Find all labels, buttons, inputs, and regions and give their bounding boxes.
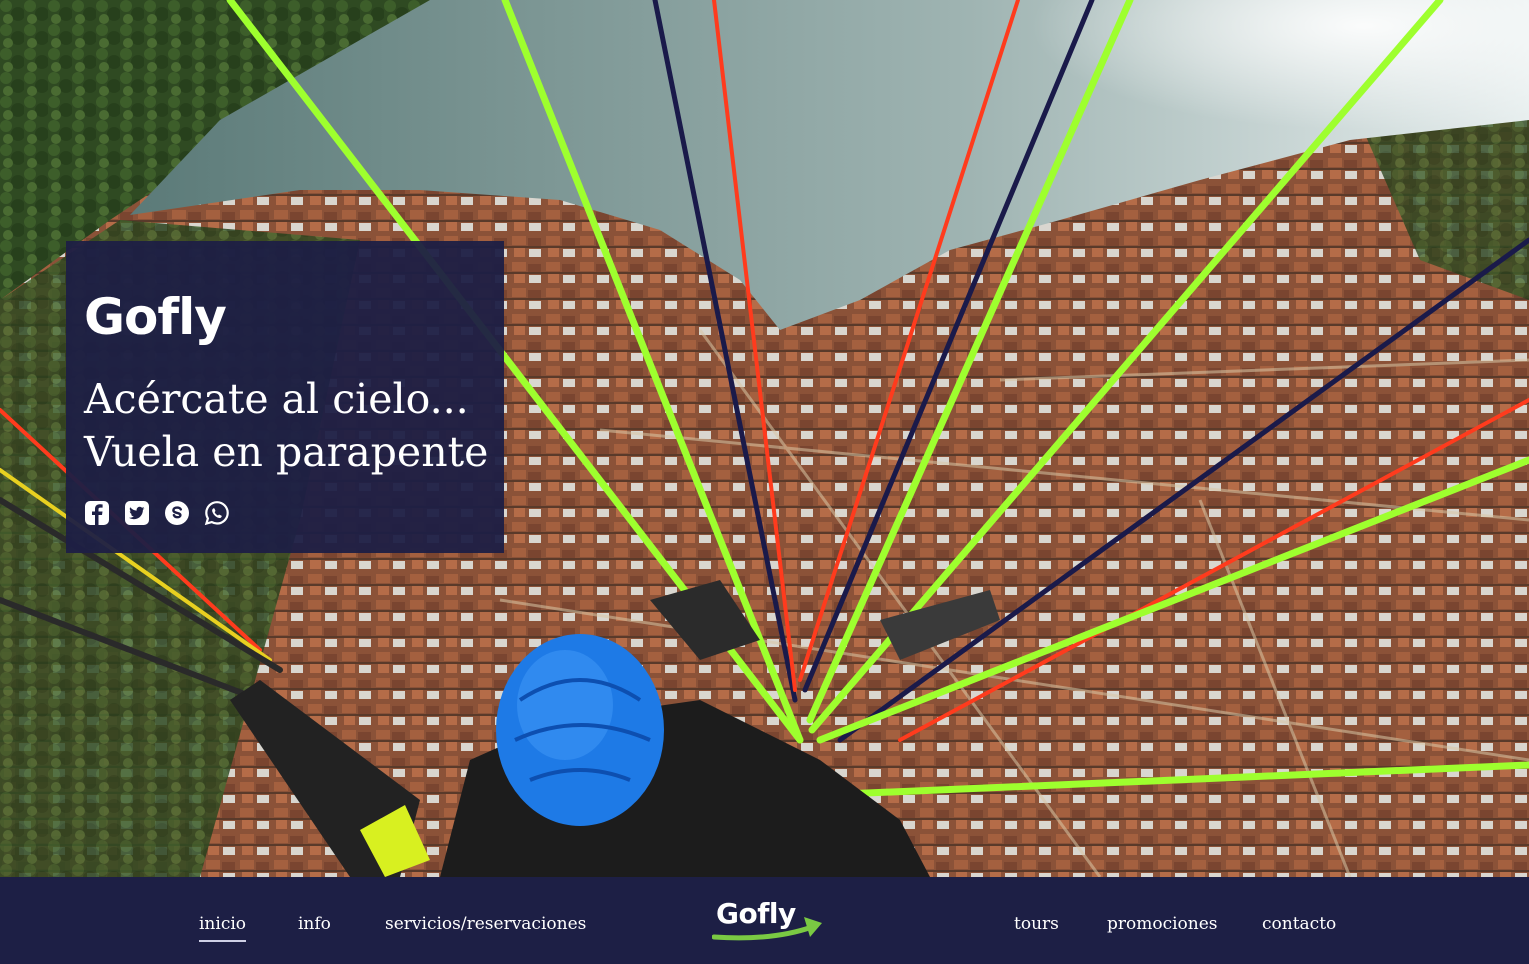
nav-link-promociones[interactable]: promociones	[1107, 913, 1218, 935]
hero-logo: Gofly	[84, 288, 227, 346]
skype-icon[interactable]	[164, 500, 190, 526]
twitter-icon[interactable]	[124, 500, 150, 526]
social-links	[84, 500, 230, 526]
nav-link-info[interactable]: info	[298, 913, 331, 935]
nav-link-inicio[interactable]: inicio	[199, 913, 247, 942]
whatsapp-icon[interactable]	[204, 500, 230, 526]
tagline-line-1: Acércate al cielo...	[84, 375, 469, 423]
nav-link-tours[interactable]: tours	[1014, 913, 1059, 935]
main-navigation: inicio info servicios/reservaciones Gofl…	[0, 877, 1529, 964]
nav-link-servicios-reservaciones[interactable]: servicios/reservaciones	[385, 913, 586, 935]
nav-link-contacto[interactable]: contacto	[1262, 913, 1336, 935]
hero-tagline: Acércate al cielo... Vuela en parapente	[84, 373, 494, 479]
tagline-line-2: Vuela en parapente	[84, 428, 489, 476]
nav-brand-logo[interactable]: Gofly	[712, 897, 827, 945]
facebook-icon[interactable]	[84, 500, 110, 526]
hero-card: Gofly Acércate al cielo... Vuela en para…	[66, 241, 504, 553]
brand-arrow-icon	[712, 917, 822, 941]
